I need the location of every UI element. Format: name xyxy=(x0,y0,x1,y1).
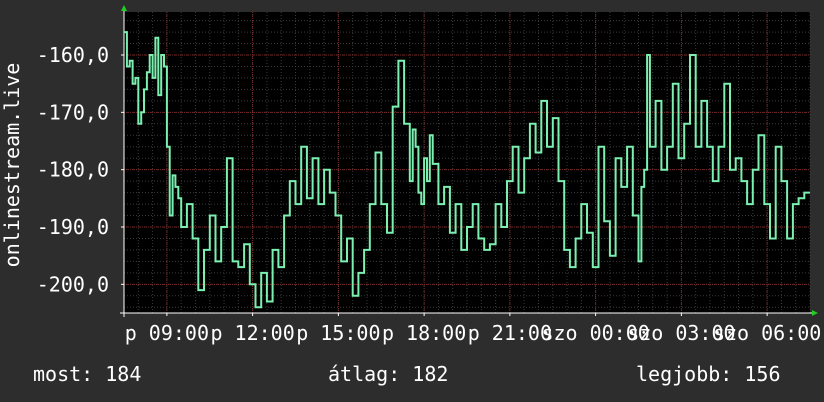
y-tick-labels: -160,0 -170,0 -180,0 -190,0 -200,0 xyxy=(37,43,109,296)
stat-current: most: 184 xyxy=(33,362,142,386)
y-axis-arrow xyxy=(121,5,127,11)
y-tick-label: -160,0 xyxy=(37,43,109,67)
x-axis-arrow xyxy=(812,310,818,316)
stat-best: legjobb: 156 xyxy=(636,362,781,386)
x-tick-label: p 21:00 xyxy=(468,321,552,345)
y-tick-label: -180,0 xyxy=(37,158,109,182)
stat-average: átlag: 182 xyxy=(328,362,449,386)
y-tick-label: -190,0 xyxy=(37,215,109,239)
x-tick-label: p 18:00 xyxy=(382,321,466,345)
x-tick-label: szo 06:00 xyxy=(713,321,821,345)
x-tick-label: p 12:00 xyxy=(210,321,294,345)
y-tick-label: -200,0 xyxy=(37,272,109,296)
y-axis-label: onlinestream.live xyxy=(0,63,24,268)
x-tick-label: p 09:00 xyxy=(125,321,209,345)
x-tick-labels: p 09:00 p 12:00 p 15:00 p 18:00 p 21:00 szo 0… xyxy=(125,321,822,345)
y-tick-label: -170,0 xyxy=(37,100,109,124)
chart: -160,0-170,0-180,0-190,0-200,0 p 09:00 p … xyxy=(0,5,822,345)
x-tick-label: p 15:00 xyxy=(296,321,380,345)
